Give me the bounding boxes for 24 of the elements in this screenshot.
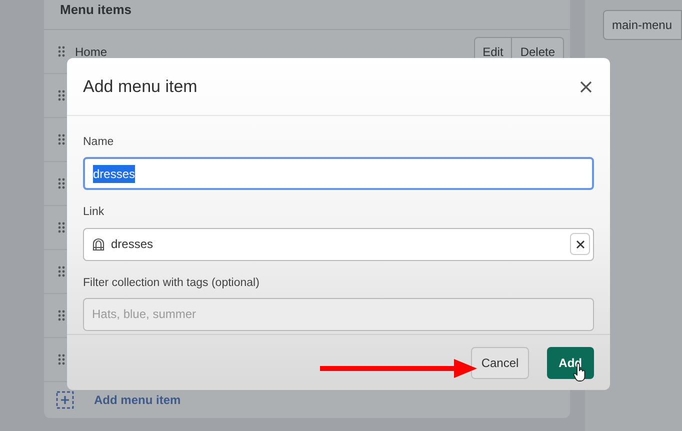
drag-handle-icon[interactable] [58,90,65,101]
input-field[interactable]: dresses [83,157,594,190]
cancel-button[interactable]: Cancel [471,346,529,378]
drag-handle-icon[interactable] [58,46,65,57]
field-label: Name [83,135,115,150]
close-icon [576,240,584,248]
drag-handle-icon[interactable] [58,354,65,365]
link-field[interactable]: dresses [83,228,594,260]
add-icon [56,391,74,409]
handle-field[interactable]: main-menu [603,10,682,40]
drag-handle-icon[interactable] [58,222,65,233]
drag-handle-icon[interactable] [58,310,65,321]
dialog-title: Add menu item [83,76,198,98]
drag-handle-icon[interactable] [58,178,65,189]
field-label: Link [83,205,106,220]
drag-handle-icon[interactable] [58,134,65,145]
collection-icon [92,238,105,250]
close-icon[interactable] [580,80,592,92]
clear-button[interactable] [570,233,590,255]
add-button[interactable]: Add [546,346,594,378]
section-title: Menu items [60,1,132,19]
field-label: Filter collection with tags (optional) [83,276,260,290]
drag-handle-icon[interactable] [58,266,65,277]
menu-item-label: Home [75,44,108,60]
